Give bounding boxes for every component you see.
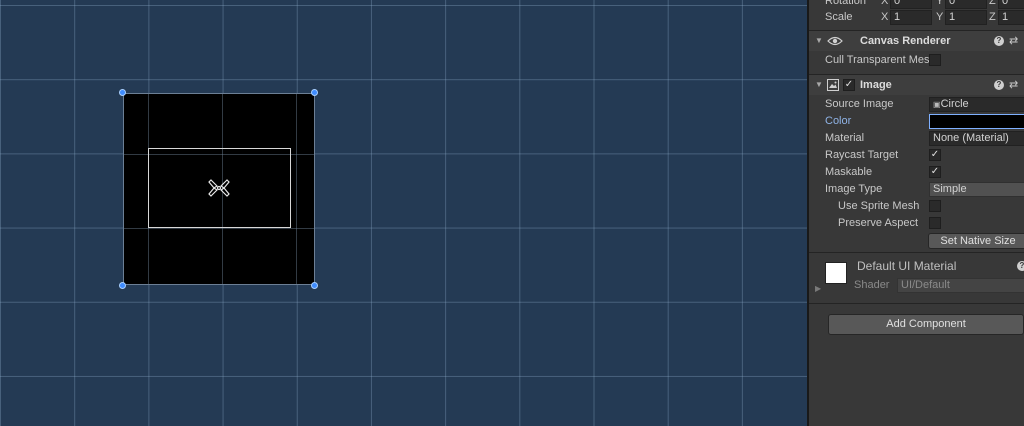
shader-label: Shader bbox=[854, 279, 890, 291]
use-sprite-mesh-label: Use Sprite Mesh bbox=[838, 200, 920, 212]
canvas-renderer-header[interactable]: ▼ Canvas Renderer ? ⇄ bbox=[809, 30, 1024, 51]
canvas-renderer-title: Canvas Renderer bbox=[860, 35, 951, 47]
use-sprite-mesh-checkbox[interactable] bbox=[929, 200, 941, 212]
maskable-label: Maskable bbox=[825, 166, 873, 178]
scale-row: Scale X 1 Y 1 Z 1 bbox=[809, 9, 1024, 26]
image-type-label: Image Type bbox=[825, 183, 883, 195]
raycast-target-row: Raycast Target ✓ bbox=[809, 147, 1024, 164]
raycast-target-checkbox[interactable]: ✓ bbox=[929, 149, 941, 161]
material-label: Material bbox=[825, 132, 865, 144]
color-field[interactable] bbox=[929, 114, 1024, 129]
foldout-arrow-icon[interactable]: ▼ bbox=[815, 75, 823, 95]
scale-label: Scale bbox=[825, 11, 853, 23]
shader-dropdown[interactable]: UI/Default bbox=[897, 278, 1024, 293]
cull-transparent-checkbox[interactable] bbox=[929, 54, 941, 66]
maskable-row: Maskable ✓ bbox=[809, 164, 1024, 181]
rect-handle-top-left[interactable] bbox=[119, 89, 126, 96]
scale-y-field[interactable]: 1 bbox=[945, 10, 987, 25]
image-component-title: Image bbox=[860, 79, 892, 91]
rotation-z-field[interactable]: 0 bbox=[998, 0, 1024, 9]
material-row: Material None (Material) bbox=[809, 130, 1024, 147]
pivot-cross-icon[interactable] bbox=[207, 177, 231, 199]
help-icon[interactable]: ? bbox=[994, 36, 1004, 46]
material-preview-title: Default UI Material bbox=[857, 259, 957, 273]
expand-arrow-icon[interactable]: ▶ bbox=[815, 284, 821, 293]
scale-y-label: Y bbox=[936, 11, 944, 23]
material-preview-section: Default UI Material ? ▶ Shader UI/Defaul… bbox=[809, 252, 1024, 297]
scale-z-label: Z bbox=[989, 11, 996, 23]
image-type-row: Image Type Simple bbox=[809, 181, 1024, 198]
image-enabled-checkbox[interactable]: ✓ bbox=[843, 79, 855, 91]
scene-grid-line bbox=[124, 228, 314, 229]
rect-handle-bottom-right[interactable] bbox=[311, 282, 318, 289]
material-field[interactable]: None (Material) bbox=[929, 131, 1024, 146]
preset-settings-icon[interactable]: ⇄ bbox=[1009, 31, 1018, 51]
maskable-checkbox[interactable]: ✓ bbox=[929, 166, 941, 178]
preserve-aspect-checkbox[interactable] bbox=[929, 217, 941, 229]
preset-settings-icon[interactable]: ⇄ bbox=[1009, 75, 1018, 95]
raycast-target-label: Raycast Target bbox=[825, 149, 899, 161]
scale-z-field[interactable]: 1 bbox=[998, 10, 1024, 25]
help-icon[interactable]: ? bbox=[1017, 261, 1024, 271]
scene-view[interactable] bbox=[0, 0, 808, 426]
image-type-dropdown[interactable]: Simple bbox=[929, 182, 1024, 197]
source-image-row: Source Image ▣Circle bbox=[809, 96, 1024, 113]
image-component-header[interactable]: ▼ ✓ Image ? ⇄ bbox=[809, 74, 1024, 95]
eye-icon bbox=[827, 36, 843, 46]
use-sprite-mesh-row: Use Sprite Mesh bbox=[809, 198, 1024, 215]
rect-handle-top-right[interactable] bbox=[311, 89, 318, 96]
scene-grid-line bbox=[296, 94, 297, 284]
preserve-aspect-row: Preserve Aspect bbox=[809, 215, 1024, 232]
help-icon[interactable]: ? bbox=[994, 80, 1004, 90]
color-row: Color bbox=[809, 113, 1024, 130]
cull-transparent-label: Cull Transparent Mes bbox=[825, 54, 930, 66]
add-component-button[interactable]: Add Component bbox=[828, 314, 1024, 335]
cull-transparent-row: Cull Transparent Mes bbox=[809, 52, 1024, 69]
set-native-size-button[interactable]: Set Native Size bbox=[928, 233, 1024, 249]
image-component-icon bbox=[827, 79, 839, 91]
foldout-arrow-icon[interactable]: ▼ bbox=[815, 31, 823, 51]
rotation-y-field[interactable]: 0 bbox=[945, 0, 987, 9]
source-image-value: Circle bbox=[940, 98, 969, 110]
scale-x-label: X bbox=[881, 11, 889, 23]
section-divider bbox=[809, 303, 1024, 304]
sprite-icon: ▣ bbox=[933, 100, 941, 109]
inspector-panel: Rotation X 0 Y 0 Z 0 Scale X 1 Y 1 Z 1 ▼… bbox=[809, 0, 1024, 426]
rotation-x-field[interactable]: 0 bbox=[890, 0, 932, 9]
source-image-field[interactable]: ▣Circle bbox=[929, 97, 1024, 112]
rect-handle-bottom-left[interactable] bbox=[119, 282, 126, 289]
preserve-aspect-label: Preserve Aspect bbox=[838, 217, 919, 229]
source-image-label: Source Image bbox=[825, 98, 894, 110]
color-label: Color bbox=[825, 115, 852, 127]
scale-x-field[interactable]: 1 bbox=[890, 10, 932, 25]
material-swatch[interactable] bbox=[825, 262, 847, 284]
